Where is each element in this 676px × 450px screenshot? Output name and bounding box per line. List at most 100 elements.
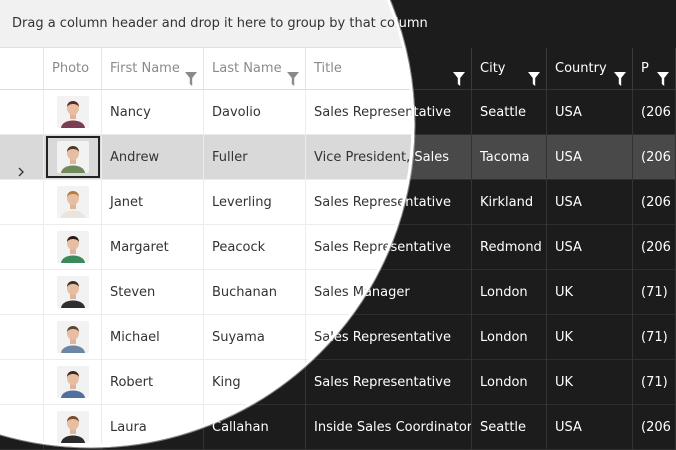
column-header-photo[interactable]: Photo (44, 48, 102, 90)
first-name-value: Steven (110, 285, 156, 300)
column-header-first-name[interactable]: First Name (102, 48, 204, 90)
last-name-value: Leverling (212, 195, 272, 210)
country-cell[interactable]: USA (547, 135, 633, 180)
first-name-value: Laura (110, 420, 147, 435)
employee-photo (57, 96, 89, 128)
photo-cell[interactable] (44, 225, 102, 270)
column-header-last-name[interactable]: Last Name (204, 48, 306, 90)
photo-cell[interactable] (44, 360, 102, 405)
city-value: Redmond (480, 240, 542, 255)
country-cell[interactable]: UK (547, 270, 633, 315)
city-cell[interactable]: London (472, 315, 547, 360)
first-name-cell[interactable]: Nancy (102, 90, 204, 135)
column-header-label: First Name (110, 61, 180, 76)
phone-cell[interactable]: (71) (633, 315, 676, 360)
city-value: Seattle (480, 105, 527, 120)
filter-icon[interactable] (657, 62, 669, 86)
phone-cell[interactable]: (206 (633, 180, 676, 225)
phone-cell[interactable]: (206 (633, 405, 676, 450)
column-header-phone[interactable]: P (633, 48, 676, 90)
country-value: USA (555, 105, 582, 120)
first-name-value: Michael (110, 330, 160, 345)
expander-cell[interactable] (0, 315, 44, 360)
photo-cell[interactable] (44, 135, 102, 180)
expander-cell[interactable] (0, 180, 44, 225)
city-cell[interactable]: Kirkland (472, 180, 547, 225)
first-name-cell[interactable]: Andrew (102, 135, 204, 180)
phone-value: (206 (641, 240, 671, 255)
column-header-label: Title (314, 61, 342, 76)
last-name-cell[interactable]: Buchanan (204, 270, 306, 315)
city-cell[interactable]: Tacoma (472, 135, 547, 180)
last-name-cell[interactable]: Leverling (204, 180, 306, 225)
photo-cell[interactable] (44, 405, 102, 446)
filter-icon[interactable] (287, 62, 299, 86)
filter-icon[interactable] (614, 62, 626, 86)
city-value: London (480, 330, 528, 345)
city-value: London (480, 285, 528, 300)
phone-cell[interactable]: (206 (633, 225, 676, 270)
employee-photo (57, 141, 89, 173)
column-header-label: City (480, 61, 506, 76)
phone-value: (71) (641, 330, 668, 345)
expander-cell[interactable] (0, 90, 44, 135)
city-cell[interactable]: London (472, 360, 547, 405)
first-name-cell[interactable]: Janet (102, 180, 204, 225)
photo-cell[interactable] (44, 315, 102, 360)
last-name-value: Davolio (212, 105, 261, 120)
last-name-value: Callahan (212, 420, 269, 435)
expander-cell[interactable] (0, 135, 44, 180)
country-cell[interactable]: USA (547, 90, 633, 135)
filter-icon[interactable] (453, 62, 465, 86)
first-name-cell[interactable]: Robert (102, 360, 204, 405)
city-value: Tacoma (480, 150, 530, 165)
chevron-right-icon[interactable] (16, 151, 26, 177)
country-cell[interactable]: UK (547, 315, 633, 360)
country-cell[interactable]: USA (547, 405, 633, 450)
first-name-value: Andrew (110, 150, 160, 165)
phone-value: (71) (641, 285, 668, 300)
phone-cell[interactable]: (71) (633, 270, 676, 315)
title-cell[interactable]: Sales Representative (306, 360, 472, 405)
city-cell[interactable]: London (472, 270, 547, 315)
phone-value: (206 (641, 105, 671, 120)
first-name-cell[interactable]: Margaret (102, 225, 204, 270)
expander-cell[interactable] (0, 225, 44, 270)
photo-cell[interactable] (44, 180, 102, 225)
city-cell[interactable]: Redmond (472, 225, 547, 270)
country-cell[interactable]: USA (547, 225, 633, 270)
city-value: London (480, 375, 528, 390)
column-header-city[interactable]: City (472, 48, 547, 90)
expander-cell[interactable] (0, 360, 44, 405)
employee-photo (57, 411, 89, 443)
city-value: Seattle (480, 420, 527, 435)
photo-cell[interactable] (44, 270, 102, 315)
column-header-label: Country (555, 61, 607, 76)
last-name-cell[interactable]: Peacock (204, 225, 306, 270)
phone-value: (206 (641, 195, 671, 210)
country-cell[interactable]: UK (547, 360, 633, 405)
last-name-cell[interactable]: Suyama (204, 315, 306, 360)
title-cell[interactable]: Inside Sales Coordinator (306, 405, 472, 450)
filter-icon[interactable] (528, 62, 540, 86)
last-name-cell[interactable]: Davolio (204, 90, 306, 135)
phone-cell[interactable]: (71) (633, 360, 676, 405)
city-cell[interactable]: Seattle (472, 90, 547, 135)
column-header-country[interactable]: Country (547, 48, 633, 90)
photo-cell[interactable] (44, 90, 102, 135)
last-name-value: Fuller (212, 150, 248, 165)
country-cell[interactable]: USA (547, 180, 633, 225)
first-name-cell[interactable]: Steven (102, 270, 204, 315)
country-value: USA (555, 150, 582, 165)
employee-photo (57, 186, 89, 218)
filter-icon[interactable] (185, 62, 197, 86)
phone-value: (206 (641, 420, 671, 435)
last-name-value: Peacock (212, 240, 266, 255)
first-name-cell[interactable]: Michael (102, 315, 204, 360)
city-cell[interactable]: Seattle (472, 405, 547, 450)
phone-cell[interactable]: (206 (633, 90, 676, 135)
last-name-cell[interactable]: Fuller (204, 135, 306, 180)
phone-cell[interactable]: (206 (633, 135, 676, 180)
expander-cell[interactable] (0, 270, 44, 315)
employee-photo (57, 366, 89, 398)
